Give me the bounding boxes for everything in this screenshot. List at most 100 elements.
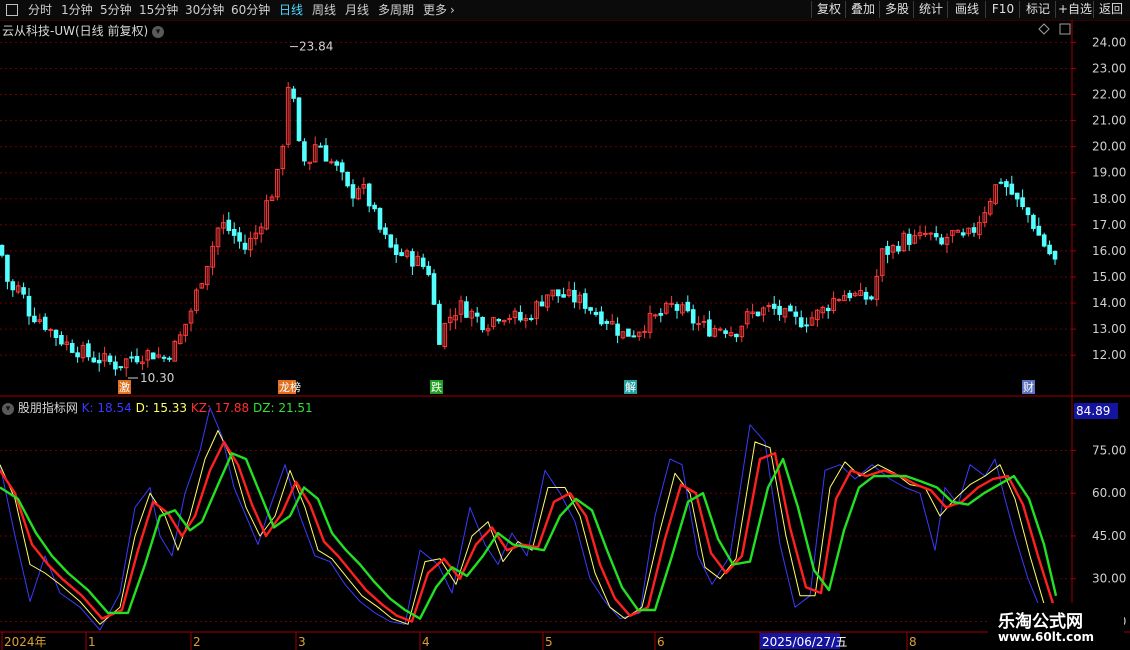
time-axis-label: 8 — [909, 635, 917, 649]
candle-body — [1020, 197, 1025, 208]
candle-body — [345, 171, 350, 187]
time-axis-label: 1 — [88, 635, 96, 649]
time-axis-label: 2 — [193, 635, 201, 649]
candle-body — [658, 313, 664, 316]
candle-body — [998, 181, 1004, 184]
candle-body — [388, 234, 394, 248]
candle-body — [555, 289, 561, 297]
candle-body — [631, 335, 637, 338]
candle-body — [161, 356, 167, 359]
candle-body — [518, 311, 523, 321]
candle-body — [393, 244, 399, 256]
candlesticks — [0, 81, 1058, 377]
candle-body — [674, 304, 680, 311]
more-chevron-icon[interactable]: › — [450, 2, 455, 18]
period-5min[interactable]: 5分钟 — [100, 2, 132, 18]
fuquan-button[interactable]: 复权 — [811, 1, 846, 18]
candle-body — [69, 343, 75, 353]
candle-body — [129, 356, 134, 359]
period-monthly[interactable]: 月线 — [345, 2, 369, 18]
f10-button[interactable]: F10 — [985, 1, 1020, 18]
candle-body — [626, 328, 631, 337]
price-tick-label: 21.00 — [1092, 114, 1126, 128]
candle-body — [366, 183, 372, 207]
candle-body — [793, 311, 799, 317]
candle-body — [237, 232, 242, 242]
indicator-line-dz — [0, 452, 1058, 620]
candle-body — [53, 329, 59, 338]
candle-body — [167, 357, 172, 360]
candle-body — [1036, 225, 1042, 236]
window-icon[interactable] — [6, 4, 18, 16]
event-marker-label: 龙榜 — [279, 380, 301, 394]
candle-body — [86, 343, 91, 358]
candle-body — [318, 145, 323, 148]
chevron-down-icon[interactable]: ▾ — [152, 25, 164, 38]
candle-body — [717, 328, 723, 331]
multi-stock-button[interactable]: 多股 — [879, 1, 914, 18]
candle-body — [1009, 183, 1015, 195]
candle-body — [701, 320, 707, 323]
candle-body — [933, 233, 939, 238]
indicator-lines — [0, 407, 1058, 631]
candle-body — [113, 361, 118, 370]
candle-body — [296, 97, 302, 142]
period-fenshi[interactable]: 分时 — [28, 2, 52, 18]
overlay-button[interactable]: 叠加 — [845, 1, 880, 18]
candle-body — [42, 316, 48, 330]
candle-body — [323, 145, 329, 162]
mark-button[interactable]: 标记 — [1019, 1, 1056, 18]
axes — [0, 20, 1130, 650]
indicator-name[interactable]: 股朋指标网 — [18, 401, 78, 415]
candle-body — [804, 324, 809, 327]
candle-body — [480, 316, 485, 331]
period-15min[interactable]: 15分钟 — [139, 2, 178, 18]
candle-body — [896, 245, 901, 252]
candle-body — [788, 305, 793, 312]
watermark-title: 乐淘公式网 — [998, 612, 1083, 632]
indicator-tick-label: 75.00 — [1092, 443, 1126, 457]
candle-body — [1004, 181, 1009, 188]
candle-body — [572, 289, 577, 303]
indicator-chevron-icon[interactable]: ▾ — [2, 402, 14, 415]
period-multi[interactable]: 多周期 — [378, 2, 414, 18]
candle-body — [582, 293, 588, 309]
period-60min[interactable]: 60分钟 — [231, 2, 270, 18]
period-daily[interactable]: 日线 — [279, 2, 303, 18]
time-axis-label: 2025/06/27/五 — [762, 635, 847, 649]
candle-body — [1025, 207, 1031, 216]
back-button[interactable]: 返回 — [1093, 1, 1128, 18]
price-tick-label: 16.00 — [1092, 244, 1126, 258]
candle-body — [1052, 250, 1058, 260]
indicator-top-box-label: 84.89 — [1076, 404, 1110, 418]
price-tick-label: 14.00 — [1092, 296, 1126, 310]
candle-body — [642, 330, 647, 333]
add-watchlist-button[interactable]: +自选 — [1055, 1, 1094, 18]
period-weekly[interactable]: 周线 — [312, 2, 336, 18]
stats-button[interactable]: 统计 — [913, 1, 948, 18]
candle-body — [836, 298, 842, 301]
candle-body — [777, 305, 782, 315]
candle-body — [734, 333, 739, 338]
candle-body — [755, 311, 761, 317]
period-more[interactable]: 更多 — [423, 2, 447, 18]
kline-chart[interactable]: 24.00 23.00 22.00 21.00 20.00 19.00 18.00 17.00… — [0, 20, 1130, 650]
event-marker-label: 跌 — [431, 380, 442, 394]
low-price-label: 10.30 — [140, 371, 174, 385]
high-price-label: 23.84 — [299, 40, 333, 54]
candle-body — [507, 317, 512, 320]
diamond-icon — [1038, 23, 1050, 35]
candle-body — [426, 265, 431, 276]
candle-body — [798, 317, 804, 328]
draw-button[interactable]: 画线 — [947, 1, 986, 18]
period-1min[interactable]: 1分钟 — [61, 2, 93, 18]
period-30min[interactable]: 30分钟 — [185, 2, 224, 18]
candle-body — [431, 273, 437, 305]
price-tick-label: 15.00 — [1092, 270, 1126, 284]
indicator-tick-label: 45.00 — [1092, 529, 1126, 543]
candle-body — [604, 321, 610, 324]
price-tick-label: 22.00 — [1092, 88, 1126, 102]
candle-body — [771, 303, 777, 309]
candle-body — [496, 318, 502, 322]
candle-body — [474, 312, 480, 317]
